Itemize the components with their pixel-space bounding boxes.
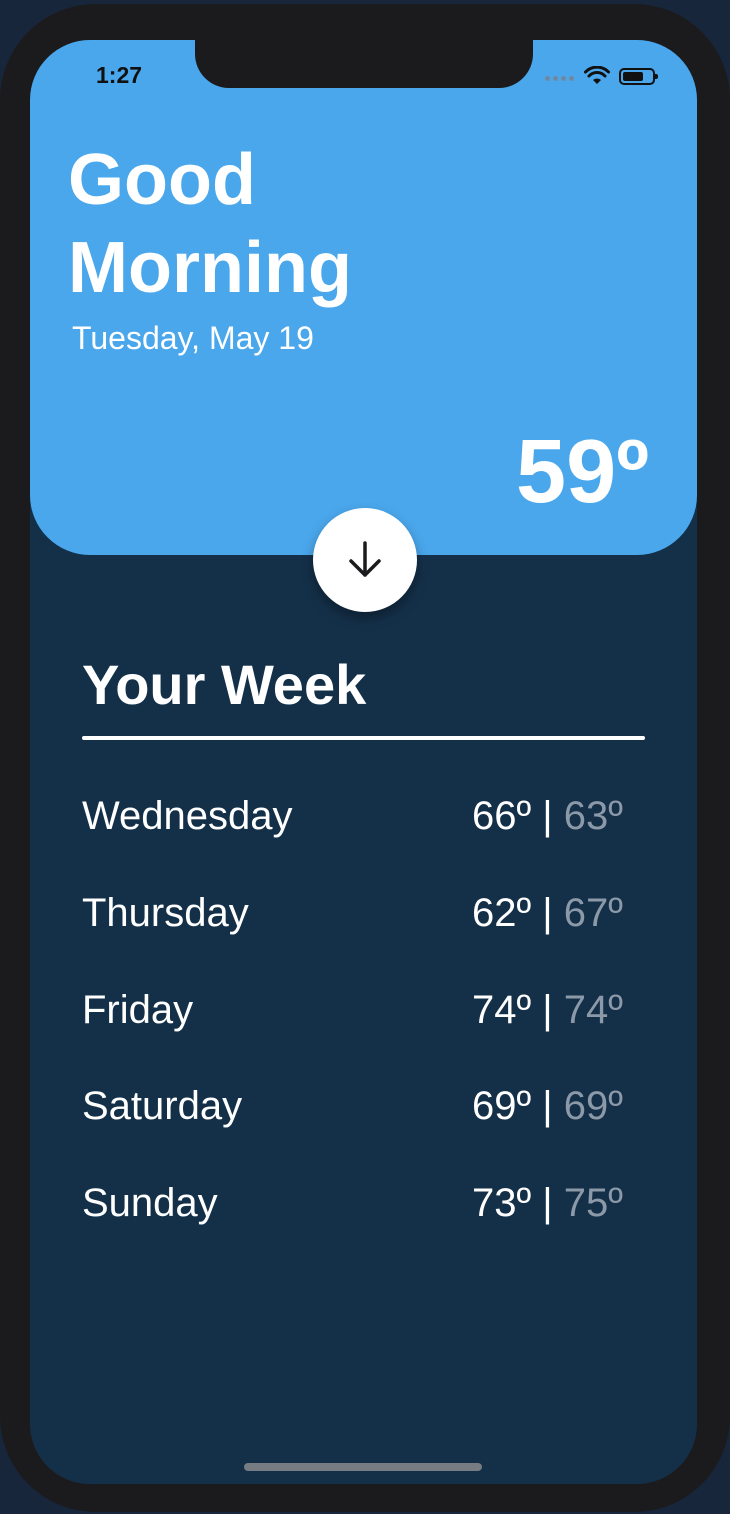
app-screen: 1:27 Good Morning Tuesday, May 19 59º Yo… (30, 40, 697, 1484)
low-temp: 63º (563, 794, 623, 838)
forecast-row-saturday: Saturday 69º | 69º (82, 1082, 642, 1179)
temp-separator: | (542, 1084, 553, 1129)
greeting-card: 1:27 Good Morning Tuesday, May 19 59º (30, 40, 697, 555)
low-temp: 74º (563, 987, 623, 1032)
day-name: Thursday (82, 890, 249, 935)
wifi-icon (584, 66, 610, 84)
cellular-signal-icon (545, 76, 574, 81)
low-temp: 69º (563, 1084, 623, 1129)
day-temperatures: 74º | 74º (472, 986, 623, 1034)
high-temp: 69º (472, 1084, 532, 1129)
forecast-row-sunday: Sunday 73º | 75º (82, 1179, 642, 1276)
day-name: Sunday (82, 1181, 218, 1225)
phone-frame: 1:27 Good Morning Tuesday, May 19 59º Yo… (0, 4, 730, 1512)
day-temperatures: 62º | 67º (472, 889, 623, 937)
arrow-down-icon (349, 541, 381, 577)
week-section-title: Your Week (82, 653, 367, 716)
low-temp: 67º (563, 890, 623, 935)
expand-forecast-button[interactable] (313, 508, 417, 612)
high-temp: 62º (472, 890, 532, 935)
battery-icon (619, 68, 658, 85)
forecast-row-thursday: Thursday 62º | 67º (82, 889, 642, 986)
current-temperature: 59º (516, 422, 649, 522)
day-temperatures: 66º | 63º (472, 792, 623, 840)
temp-separator: | (542, 794, 553, 838)
home-indicator[interactable] (244, 1463, 482, 1471)
day-temperatures: 73º | 75º (472, 1179, 623, 1227)
temp-separator: | (542, 987, 553, 1032)
high-temp: 73º (472, 1181, 532, 1225)
greeting-title: Good Morning (68, 140, 352, 308)
temp-separator: | (542, 890, 553, 935)
day-temperatures: 69º | 69º (472, 1082, 623, 1130)
temp-separator: | (542, 1181, 553, 1225)
high-temp: 74º (472, 987, 532, 1032)
forecast-row-friday: Friday 74º | 74º (82, 986, 642, 1083)
notch (195, 40, 533, 88)
low-temp: 75º (563, 1181, 623, 1225)
status-time: 1:27 (96, 62, 143, 88)
day-name: Friday (82, 987, 194, 1032)
day-name: Wednesday (82, 794, 293, 838)
current-date: Tuesday, May 19 (72, 320, 314, 356)
forecast-row-wednesday: Wednesday 66º | 63º (82, 792, 642, 889)
week-divider (82, 736, 645, 740)
day-name: Saturday (82, 1084, 243, 1129)
week-forecast-list: Wednesday 66º | 63º Thursday 62º | 67º F… (82, 792, 642, 1276)
high-temp: 66º (472, 794, 532, 838)
